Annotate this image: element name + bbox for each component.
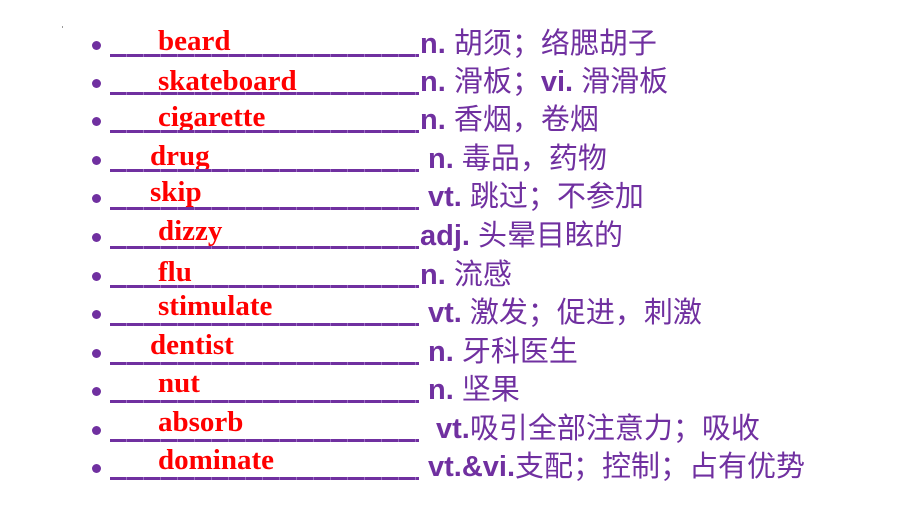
chinese-meaning: 牙科医生 — [461, 334, 578, 368]
part-of-speech: n. — [428, 336, 462, 368]
answer-word: stimulate — [158, 290, 273, 322]
chinese-meaning: 流感 — [453, 257, 512, 291]
bullet-icon — [92, 387, 101, 396]
vocab-row-cigarette: cigarette n. 香烟，卷烟 — [0, 100, 920, 138]
answer-word: beard — [158, 25, 231, 57]
answer-blank — [110, 477, 419, 480]
vocabulary-list: beard n. 胡须；络腮胡子 skateboard n. 滑板；vi. 滑滑… — [0, 0, 920, 518]
chinese-meaning: 坚果 — [461, 372, 520, 406]
bullet-icon — [92, 233, 101, 242]
answer-word: absorb — [158, 406, 244, 438]
answer-word: cigarette — [158, 101, 266, 133]
answer-blank — [110, 92, 419, 95]
answer-word: skip — [150, 176, 202, 208]
vocab-row-flu: flu n. 流感 — [0, 255, 920, 293]
bullet-icon — [92, 79, 101, 88]
vocab-row-skip: skip vt. 跳过；不参加 — [0, 176, 920, 215]
vocab-row-stimulate: stimulate vt. 激发；促进，刺激 — [0, 290, 920, 331]
definition: n. 胡须；络腮胡子 — [420, 26, 657, 61]
bullet-icon — [92, 426, 101, 435]
answer-blank — [110, 207, 419, 210]
part-of-speech: n. — [420, 66, 454, 98]
chinese-meaning: 支配；控制；占有优势 — [515, 449, 806, 483]
chinese-meaning: 滑板； — [453, 64, 541, 98]
answer-blank — [110, 130, 419, 133]
definition: n. 牙科医生 — [428, 334, 578, 369]
vocab-row-dizzy: dizzy adj. 头晕目眩的 — [0, 215, 920, 254]
definition: vt.吸引全部注意力；吸收 — [436, 411, 760, 446]
chinese-meaning: 毒品，药物 — [461, 141, 607, 175]
answer-blank — [110, 439, 419, 442]
answer-blank — [110, 400, 419, 403]
part-of-speech: vt. — [428, 181, 470, 213]
answer-word: dentist — [150, 329, 234, 361]
chinese-meaning: 香烟，卷烟 — [453, 102, 599, 136]
answer-word: dizzy — [158, 215, 223, 247]
chinese-meaning: 跳过；不参加 — [469, 179, 644, 213]
answer-blank — [110, 323, 419, 326]
bullet-icon — [92, 156, 101, 165]
vocab-row-drug: drug n. 毒品，药物 — [0, 139, 920, 177]
definition: n. 香烟，卷烟 — [420, 102, 599, 137]
chinese-meaning: 头晕目眩的 — [478, 218, 624, 252]
part-of-speech: n. — [420, 28, 454, 60]
definition: n. 滑板；vi. 滑滑板 — [420, 64, 668, 99]
bullet-icon — [92, 194, 101, 203]
part-of-speech: vt. — [428, 297, 470, 329]
part-of-speech: n. — [420, 259, 454, 291]
definition: n. 流感 — [420, 257, 512, 292]
chinese-meaning: 吸引全部注意力；吸收 — [469, 411, 760, 445]
vocab-row-skateboard: skateboard n. 滑板；vi. 滑滑板 — [0, 62, 920, 100]
part-of-speech-2: vi. — [540, 66, 582, 98]
answer-word: nut — [158, 367, 200, 399]
part-of-speech: n. — [428, 143, 462, 175]
vocab-row-nut: nut n. 坚果 — [0, 367, 920, 408]
definition: vt.&vi.支配；控制；占有优势 — [428, 449, 805, 484]
answer-blank — [110, 169, 419, 172]
answer-blank — [110, 285, 419, 288]
vocab-row-dominate: dominate vt.&vi.支配；控制；占有优势 — [0, 444, 920, 485]
definition: vt. 激发；促进，刺激 — [428, 295, 702, 330]
part-of-speech: vt. — [436, 413, 470, 445]
definition: adj. 头晕目眩的 — [420, 218, 623, 253]
part-of-speech: vt.&vi. — [428, 451, 516, 483]
definition: n. 坚果 — [428, 372, 520, 407]
definition: vt. 跳过；不参加 — [428, 179, 644, 214]
answer-word: drug — [150, 140, 210, 172]
answer-blank — [110, 362, 419, 365]
vocab-row-dentist: dentist n. 牙科医生 — [0, 329, 920, 370]
part-of-speech: adj. — [420, 220, 479, 252]
bullet-icon — [92, 310, 101, 319]
answer-word: flu — [158, 256, 192, 288]
bullet-icon — [92, 272, 101, 281]
answer-blank — [110, 246, 419, 249]
part-of-speech: n. — [428, 374, 462, 406]
vocab-row-beard: beard n. 胡须；络腮胡子 — [0, 24, 920, 62]
bullet-icon — [92, 464, 101, 473]
answer-blank — [110, 54, 419, 57]
chinese-meaning-2: 滑滑板 — [581, 64, 669, 98]
bullet-icon — [92, 349, 101, 358]
vocab-row-absorb: absorb vt.吸引全部注意力；吸收 — [0, 406, 920, 447]
answer-word: dominate — [158, 444, 274, 476]
chinese-meaning: 胡须；络腮胡子 — [453, 26, 657, 60]
chinese-meaning: 激发；促进，刺激 — [469, 295, 702, 329]
definition: n. 毒品，药物 — [428, 141, 607, 176]
bullet-icon — [92, 41, 101, 50]
part-of-speech: n. — [420, 104, 454, 136]
bullet-icon — [92, 117, 101, 126]
